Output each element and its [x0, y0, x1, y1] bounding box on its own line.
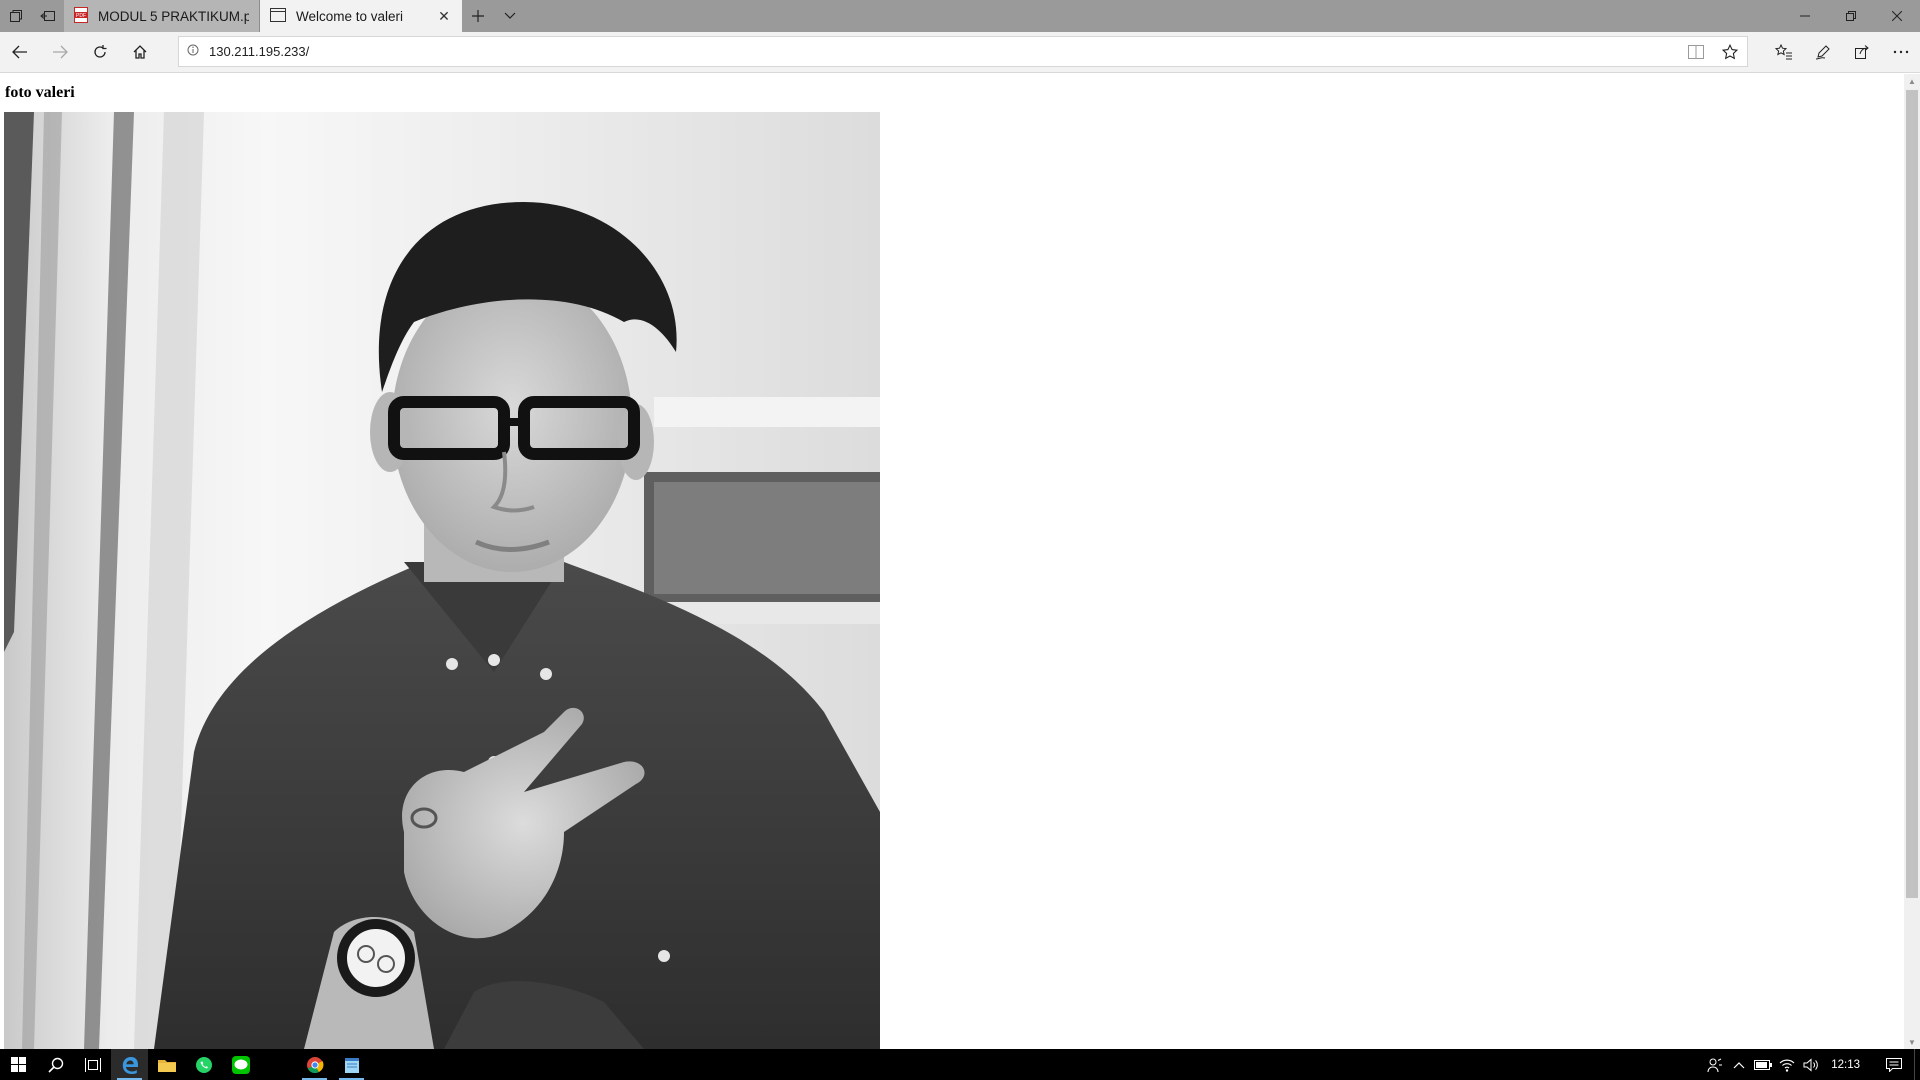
reading-view-icon[interactable]: [1679, 37, 1713, 66]
new-tab-icon[interactable]: [462, 0, 494, 32]
favorite-star-icon[interactable]: [1713, 37, 1747, 66]
chrome-icon[interactable]: [296, 1049, 333, 1080]
minimize-icon[interactable]: [1782, 0, 1828, 32]
tab-actions-icon[interactable]: [0, 0, 32, 32]
show-desktop-button[interactable]: [1914, 1049, 1920, 1080]
tab-modul-pdf[interactable]: PDF MODUL 5 PRAKTIKUM.pdf: [64, 0, 260, 32]
show-hidden-icons-chevron-icon[interactable]: [1727, 1049, 1751, 1080]
edge-browser-icon[interactable]: [111, 1049, 148, 1080]
task-view-icon[interactable]: [74, 1049, 111, 1080]
volume-icon[interactable]: [1799, 1049, 1823, 1080]
svg-text:PDF: PDF: [76, 13, 86, 19]
search-icon[interactable]: [37, 1049, 74, 1080]
tab-bar: PDF MODUL 5 PRAKTIKUM.pdf Welcome to val…: [0, 0, 1920, 32]
whatsapp-icon[interactable]: [185, 1049, 222, 1080]
battery-icon[interactable]: [1751, 1049, 1775, 1080]
action-center-icon[interactable]: [1874, 1049, 1914, 1080]
address-bar[interactable]: 130.211.195.233/: [178, 36, 1748, 67]
close-window-icon[interactable]: [1874, 0, 1920, 32]
taskbar-gap: [259, 1049, 296, 1080]
url-text[interactable]: 130.211.195.233/: [209, 44, 1679, 59]
page-viewport: foto valeri: [0, 74, 1904, 1049]
forward-icon[interactable]: [40, 32, 80, 72]
system-tray: 12:13: [1703, 1049, 1920, 1080]
scroll-thumb[interactable]: [1906, 90, 1918, 898]
scroll-up-arrow-icon[interactable]: ▲: [1904, 74, 1920, 88]
back-icon[interactable]: [0, 32, 40, 72]
tab-preview-chevron-icon[interactable]: [494, 0, 526, 32]
set-aside-tabs-icon[interactable]: [32, 0, 64, 32]
refresh-icon[interactable]: [80, 32, 120, 72]
pdf-icon: PDF: [74, 6, 88, 26]
start-windows-icon[interactable]: [0, 1049, 37, 1080]
scroll-down-arrow-icon[interactable]: ▼: [1904, 1035, 1920, 1049]
tab-label: Welcome to valeri: [296, 8, 404, 24]
vertical-scrollbar[interactable]: ▲ ▼: [1904, 74, 1920, 1049]
taskbar: 12:13: [0, 1049, 1920, 1080]
file-explorer-icon[interactable]: [148, 1049, 185, 1080]
page-icon: [270, 7, 286, 25]
restore-icon[interactable]: [1828, 0, 1874, 32]
tab-label: MODUL 5 PRAKTIKUM.pdf: [98, 8, 249, 24]
more-menu-icon[interactable]: [1881, 32, 1920, 72]
portrait-photo: [4, 112, 880, 1049]
taskbar-clock[interactable]: 12:13: [1823, 1059, 1874, 1071]
home-icon[interactable]: [120, 32, 160, 72]
notepad-icon[interactable]: [333, 1049, 370, 1080]
tab-welcome-valeri[interactable]: Welcome to valeri ✕: [260, 0, 462, 32]
site-info-icon[interactable]: [187, 43, 199, 61]
navigation-bar: 130.211.195.233/: [0, 32, 1920, 73]
web-note-pen-icon[interactable]: [1803, 32, 1842, 72]
close-tab-icon[interactable]: ✕: [436, 8, 452, 25]
page-heading: foto valeri: [5, 84, 75, 101]
toolbar-right: [1764, 32, 1920, 73]
wifi-icon[interactable]: [1775, 1049, 1799, 1080]
line-app-icon[interactable]: [222, 1049, 259, 1080]
favorites-hub-icon[interactable]: [1764, 32, 1803, 72]
share-icon[interactable]: [1842, 32, 1881, 72]
people-icon[interactable]: [1703, 1049, 1727, 1080]
